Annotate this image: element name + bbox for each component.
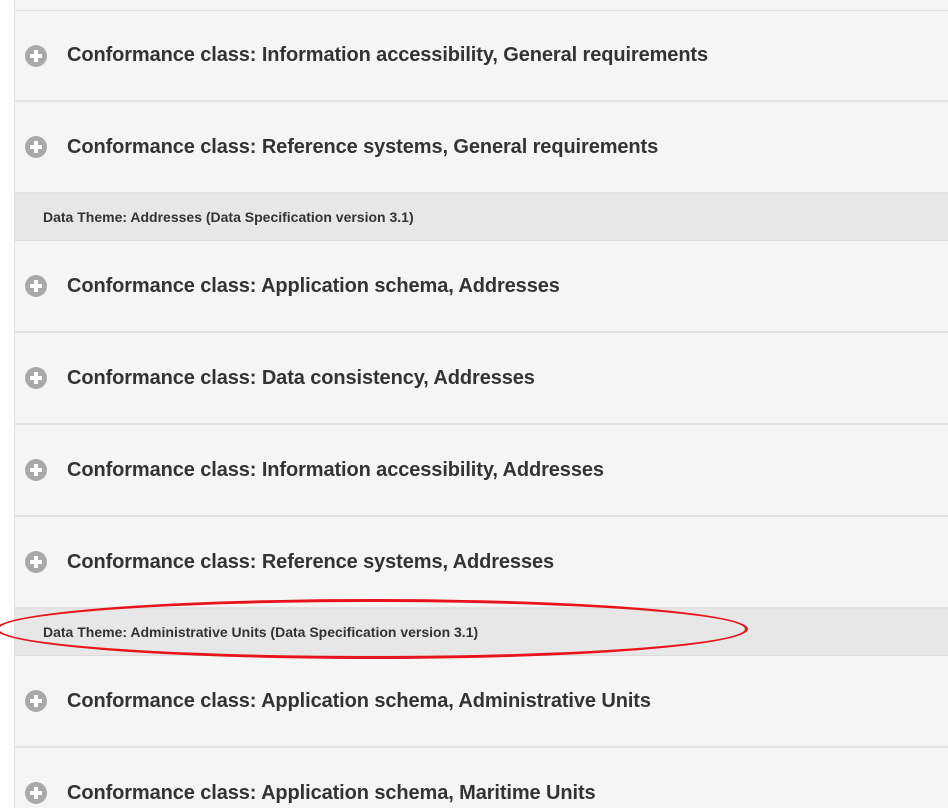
data-theme-label: Data Theme: Administrative Units (Data S… [43, 624, 479, 640]
conformance-class-label: Conformance class: Application schema, A… [67, 689, 651, 712]
conformance-class-label: Conformance class: Data consistency, Add… [67, 366, 535, 389]
list-top-edge [15, 0, 948, 11]
conformance-class-row[interactable]: Conformance class: Reference systems, Ge… [15, 102, 948, 194]
data-theme-header-addresses: Data Theme: Addresses (Data Specificatio… [15, 194, 948, 241]
conformance-class-label: Conformance class: Information accessibi… [67, 458, 604, 481]
plus-circle-icon[interactable] [25, 690, 47, 712]
conformance-class-label: Conformance class: Application schema, A… [67, 274, 560, 297]
conformance-class-list: Conformance class: Information accessibi… [14, 0, 948, 808]
plus-circle-icon[interactable] [25, 551, 47, 573]
page: Conformance class: Information accessibi… [0, 0, 948, 808]
conformance-class-label: Conformance class: Application schema, M… [67, 781, 596, 804]
conformance-class-row[interactable]: Conformance class: Information accessibi… [15, 425, 948, 517]
conformance-class-row[interactable]: Conformance class: Application schema, M… [15, 748, 948, 808]
conformance-class-row[interactable]: Conformance class: Reference systems, Ad… [15, 517, 948, 609]
conformance-class-row[interactable]: Conformance class: Data consistency, Add… [15, 333, 948, 425]
conformance-class-label: Conformance class: Reference systems, Ad… [67, 550, 555, 573]
conformance-class-label: Conformance class: Information accessibi… [67, 44, 709, 66]
conformance-class-label: Conformance class: Reference systems, Ge… [67, 135, 659, 158]
plus-circle-icon[interactable] [25, 367, 47, 389]
plus-circle-icon[interactable] [25, 275, 47, 297]
conformance-class-row[interactable]: Conformance class: Application schema, A… [15, 241, 948, 333]
data-theme-header-administrative-units: Data Theme: Administrative Units (Data S… [15, 609, 948, 656]
plus-circle-icon[interactable] [25, 782, 47, 804]
conformance-class-row[interactable]: Conformance class: Application schema, A… [15, 656, 948, 748]
plus-circle-icon[interactable] [25, 459, 47, 481]
data-theme-label: Data Theme: Addresses (Data Specificatio… [43, 209, 414, 225]
conformance-class-row[interactable]: Conformance class: Information accessibi… [15, 11, 948, 102]
plus-circle-icon[interactable] [25, 44, 47, 67]
plus-circle-icon[interactable] [25, 136, 47, 158]
